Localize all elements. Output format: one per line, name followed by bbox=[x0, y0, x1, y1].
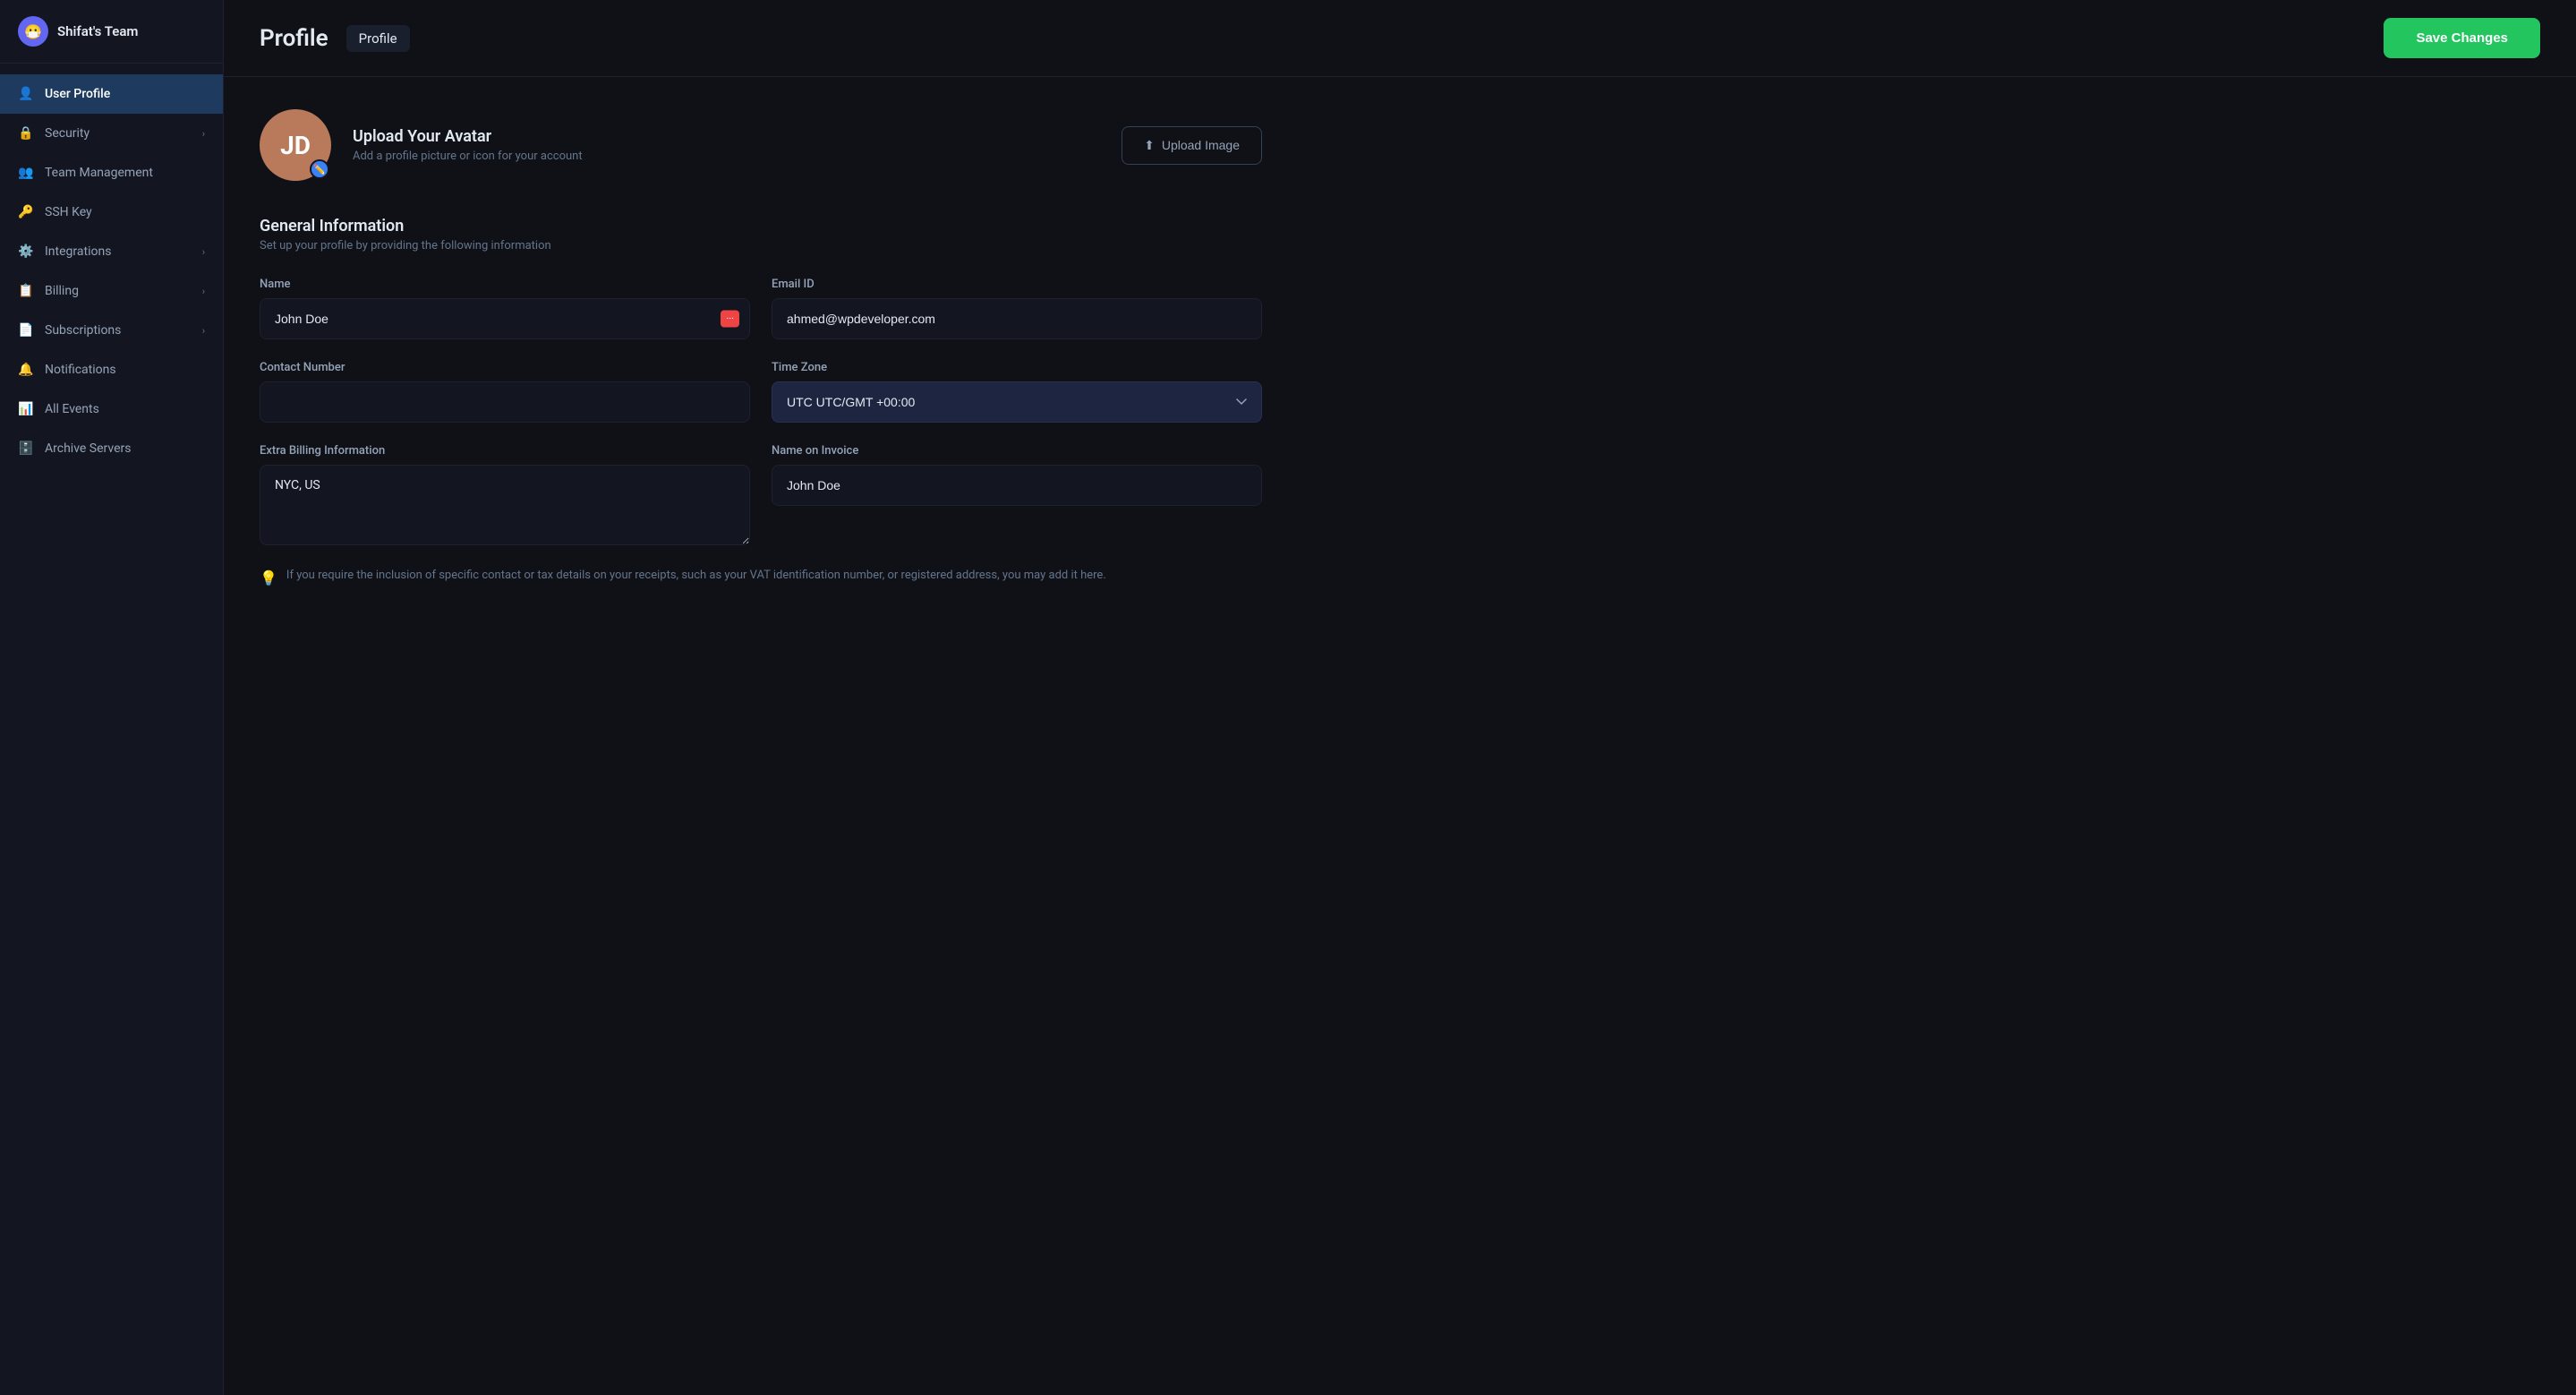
avatar-info: Upload Your Avatar Add a profile picture… bbox=[353, 127, 583, 163]
sidebar-item-security[interactable]: 🔒 Security › bbox=[0, 114, 223, 153]
sidebar-label-team-management: Team Management bbox=[45, 166, 153, 180]
sidebar-item-user-profile[interactable]: 👤 User Profile bbox=[0, 74, 223, 114]
brand-avatar: 😷 bbox=[18, 16, 48, 47]
form-group-contact: Contact Number bbox=[260, 361, 750, 423]
notifications-icon: 🔔 bbox=[18, 362, 34, 378]
form-group-billing: Extra Billing Information NYC, US bbox=[260, 444, 750, 545]
sidebar-label-user-profile: User Profile bbox=[45, 87, 110, 101]
billing-note: 💡 If you require the inclusion of specif… bbox=[260, 567, 1262, 589]
billing-icon: 📋 bbox=[18, 283, 34, 299]
main-content: Profile Profile Save Changes JD ✏️ Uploa… bbox=[224, 0, 2576, 1395]
integrations-icon: ⚙️ bbox=[18, 244, 34, 260]
sidebar-label-security: Security bbox=[45, 126, 90, 141]
integrations-chevron-icon: › bbox=[202, 246, 205, 258]
general-info-title: General Information bbox=[260, 217, 1262, 235]
team-management-icon: 👥 bbox=[18, 165, 34, 181]
avatar-section: JD ✏️ Upload Your Avatar Add a profile p… bbox=[260, 109, 1262, 181]
upload-image-label: Upload Image bbox=[1162, 138, 1240, 152]
name-label: Name bbox=[260, 278, 750, 291]
form-row-name-email: Name ··· Email ID bbox=[260, 278, 1262, 339]
sidebar-item-subscriptions[interactable]: 📄 Subscriptions › bbox=[0, 311, 223, 350]
sidebar-item-all-events[interactable]: 📊 All Events bbox=[0, 389, 223, 429]
header-left: Profile Profile bbox=[260, 25, 410, 52]
sidebar-label-ssh-key: SSH Key bbox=[45, 205, 92, 219]
sidebar-label-integrations: Integrations bbox=[45, 244, 111, 259]
form-row-billing-invoice: Extra Billing Information NYC, US Name o… bbox=[260, 444, 1262, 545]
invoice-label: Name on Invoice bbox=[772, 444, 1262, 458]
avatar-upload-title: Upload Your Avatar bbox=[353, 127, 583, 146]
sidebar-label-all-events: All Events bbox=[45, 402, 99, 416]
form-group-invoice: Name on Invoice bbox=[772, 444, 1262, 545]
billing-chevron-icon: › bbox=[202, 286, 205, 297]
timezone-label: Time Zone bbox=[772, 361, 1262, 374]
bulb-icon: 💡 bbox=[260, 568, 277, 589]
form-group-name: Name ··· bbox=[260, 278, 750, 339]
billing-note-text: If you require the inclusion of specific… bbox=[286, 567, 1106, 585]
email-input[interactable] bbox=[772, 298, 1262, 339]
sidebar-item-integrations[interactable]: ⚙️ Integrations › bbox=[0, 232, 223, 271]
sidebar-item-notifications[interactable]: 🔔 Notifications bbox=[0, 350, 223, 389]
name-error-badge: ··· bbox=[721, 311, 739, 328]
contact-label: Contact Number bbox=[260, 361, 750, 374]
sidebar-item-archive-servers[interactable]: 🗄️ Archive Servers bbox=[0, 429, 223, 468]
sidebar-item-team-management[interactable]: 👥 Team Management bbox=[0, 153, 223, 193]
sidebar-item-billing[interactable]: 📋 Billing › bbox=[0, 271, 223, 311]
avatar-upload-subtitle: Add a profile picture or icon for your a… bbox=[353, 150, 583, 163]
tab-profile[interactable]: Profile bbox=[346, 25, 410, 52]
timezone-select[interactable]: UTC UTC/GMT +00:00 bbox=[772, 381, 1262, 423]
sidebar-item-ssh-key[interactable]: 🔑 SSH Key bbox=[0, 193, 223, 232]
avatar: JD ✏️ bbox=[260, 109, 331, 181]
security-chevron-icon: › bbox=[202, 128, 205, 140]
sidebar-label-archive-servers: Archive Servers bbox=[45, 441, 131, 456]
user-profile-icon: 👤 bbox=[18, 86, 34, 102]
sidebar-label-notifications: Notifications bbox=[45, 363, 116, 377]
sidebar-label-subscriptions: Subscriptions bbox=[45, 323, 121, 338]
all-events-icon: 📊 bbox=[18, 401, 34, 417]
general-information-section: General Information Set up your profile … bbox=[260, 217, 1262, 589]
ssh-key-icon: 🔑 bbox=[18, 204, 34, 220]
brand[interactable]: 😷 Shifat's Team bbox=[0, 0, 223, 64]
contact-input[interactable] bbox=[260, 381, 750, 423]
brand-name: Shifat's Team bbox=[57, 23, 138, 39]
avatar-initials: JD bbox=[280, 131, 311, 160]
archive-servers-icon: 🗄️ bbox=[18, 441, 34, 457]
upload-icon: ⬆ bbox=[1144, 138, 1155, 153]
avatar-edit-badge[interactable]: ✏️ bbox=[310, 159, 329, 179]
subscriptions-icon: 📄 bbox=[18, 322, 34, 338]
name-input[interactable] bbox=[260, 298, 750, 339]
page-title: Profile bbox=[260, 25, 328, 52]
save-changes-button[interactable]: Save Changes bbox=[2384, 18, 2540, 58]
sidebar: 😷 Shifat's Team 👤 User Profile 🔒 Security › 👥… bbox=[0, 0, 224, 1395]
header: Profile Profile Save Changes bbox=[224, 0, 2576, 77]
sidebar-label-billing: Billing bbox=[45, 284, 79, 298]
security-icon: 🔒 bbox=[18, 125, 34, 141]
form-row-contact-timezone: Contact Number Time Zone UTC UTC/GMT +00… bbox=[260, 361, 1262, 423]
invoice-input[interactable] bbox=[772, 465, 1262, 506]
profile-content: JD ✏️ Upload Your Avatar Add a profile p… bbox=[224, 77, 1298, 621]
billing-label: Extra Billing Information bbox=[260, 444, 750, 458]
upload-image-button[interactable]: ⬆ Upload Image bbox=[1122, 126, 1262, 165]
name-input-wrapper: ··· bbox=[260, 298, 750, 339]
form-group-timezone: Time Zone UTC UTC/GMT +00:00 bbox=[772, 361, 1262, 423]
billing-textarea[interactable]: NYC, US bbox=[260, 465, 750, 545]
email-label: Email ID bbox=[772, 278, 1262, 291]
brand-avatar-emoji: 😷 bbox=[24, 23, 42, 40]
subscriptions-chevron-icon: › bbox=[202, 325, 205, 337]
form-group-email: Email ID bbox=[772, 278, 1262, 339]
general-info-subtitle: Set up your profile by providing the fol… bbox=[260, 239, 1262, 252]
sidebar-nav: 👤 User Profile 🔒 Security › 👥 Team Management 🔑… bbox=[0, 64, 223, 1395]
